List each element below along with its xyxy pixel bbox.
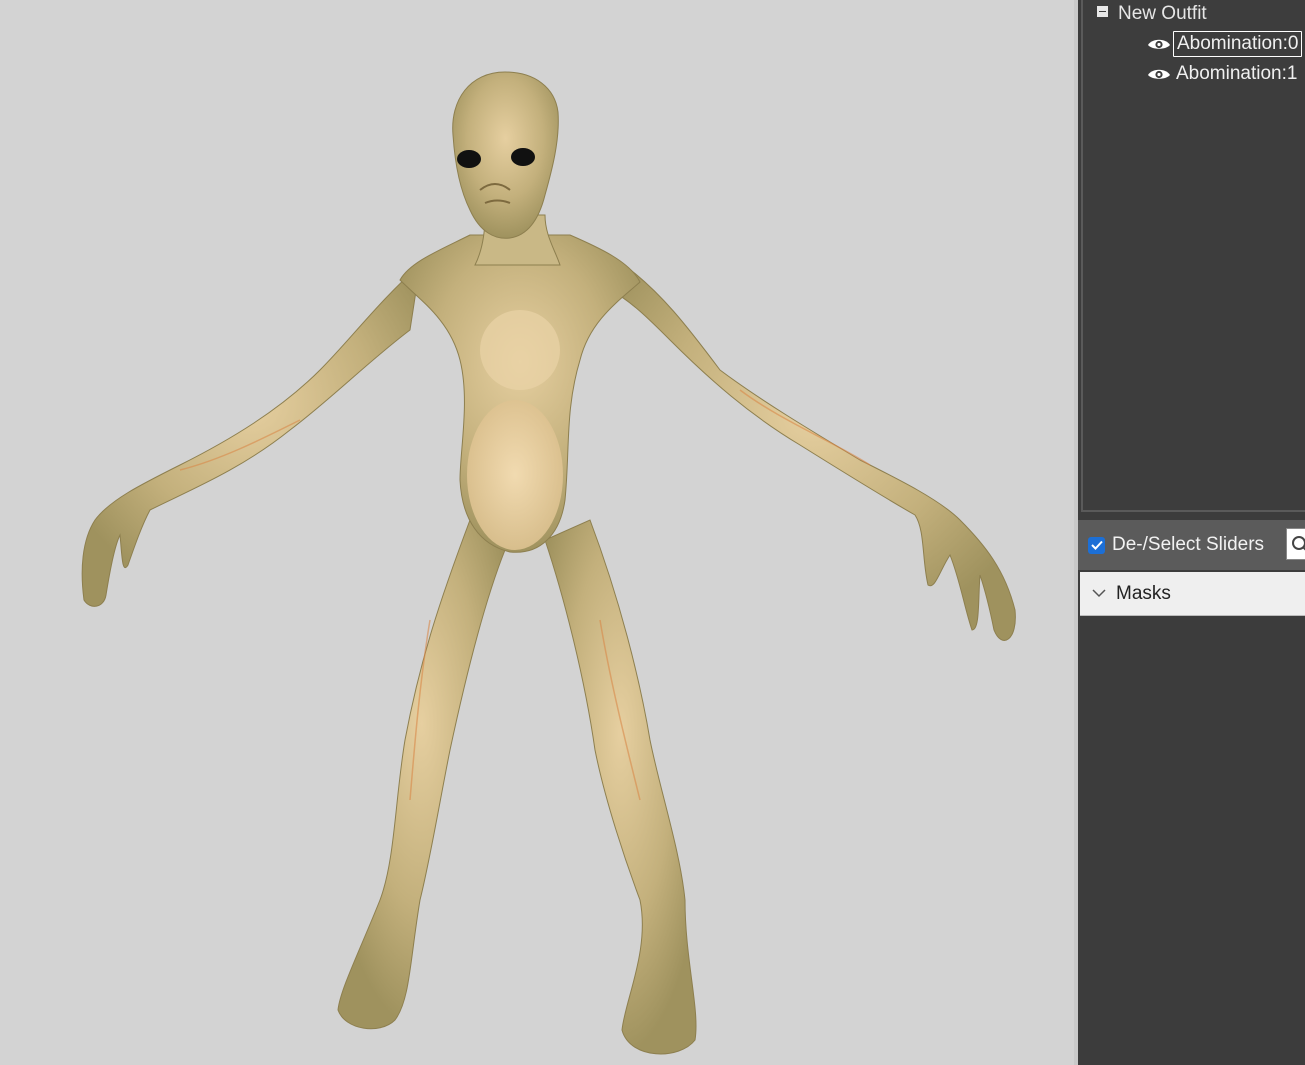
eye-icon[interactable]	[1147, 37, 1171, 51]
outfit-tree-panel: New Outfit Abomination:0 Abomination:1	[1081, 0, 1305, 512]
slider-toolbar: De-/Select Sliders	[1078, 520, 1305, 570]
right-pane: New Outfit Abomination:0 Abomination:1 D…	[1078, 0, 1305, 1065]
tree-item-abomination-0[interactable]: Abomination:0	[1147, 31, 1303, 57]
select-sliders-checkbox[interactable]	[1088, 536, 1105, 554]
slider-filter-input[interactable]	[1286, 528, 1305, 560]
chevron-down-icon	[1092, 589, 1106, 598]
checkmark-icon	[1090, 540, 1103, 550]
tree-item-label: Abomination:1	[1176, 63, 1298, 84]
masks-group-label: Masks	[1116, 582, 1171, 604]
tree-item-label: Abomination:0	[1173, 31, 1303, 57]
tree-root-label: New Outfit	[1118, 3, 1207, 24]
3d-viewport[interactable]	[0, 0, 1074, 1065]
masks-group-header[interactable]: Masks	[1080, 572, 1305, 616]
select-sliders-label: De-/Select Sliders	[1112, 534, 1265, 555]
search-icon	[1292, 536, 1305, 551]
collapse-minus-icon[interactable]	[1097, 6, 1108, 18]
creature-model[interactable]	[0, 0, 1074, 1065]
tree-root-new-outfit[interactable]: New Outfit	[1097, 2, 1207, 26]
tree-item-abomination-1[interactable]: Abomination:1	[1147, 61, 1300, 87]
eye-icon[interactable]	[1147, 67, 1171, 81]
